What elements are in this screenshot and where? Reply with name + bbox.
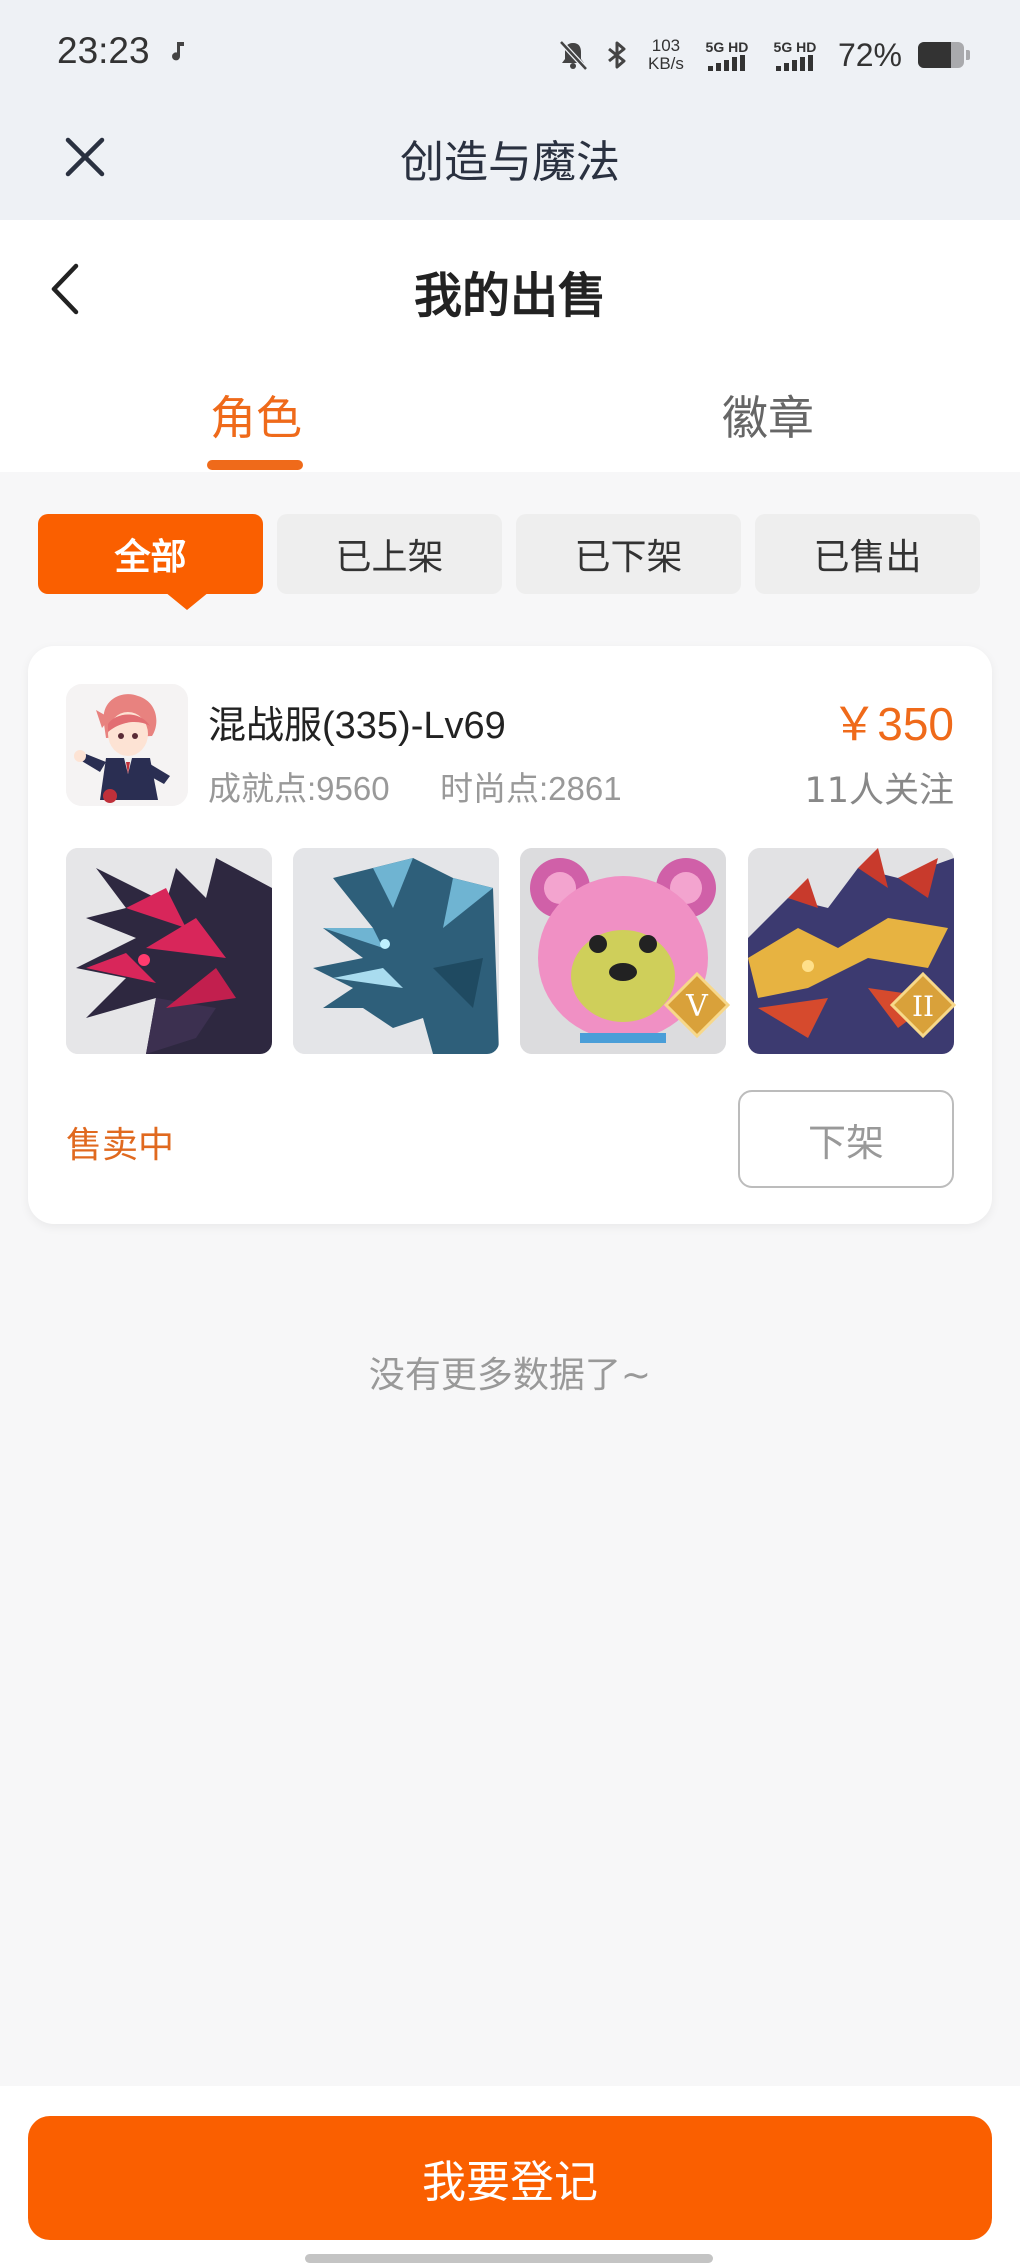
webview-title: 创造与魔法 xyxy=(400,137,620,188)
filter-bar: 全部 已上架 已下架 已售出 xyxy=(38,514,982,610)
sim1-signal: 5G HD xyxy=(698,39,756,71)
filter-delisted[interactable]: 已下架 xyxy=(516,514,741,594)
listing-card[interactable]: 混战服(335)-Lv69 成就点:9560 时尚点:2861 ￥350 11人… xyxy=(28,646,992,1224)
bluetooth-icon xyxy=(608,41,626,69)
tab-role[interactable]: 角色 xyxy=(210,382,302,448)
net-speed-value: 103 xyxy=(651,36,681,55)
dark-dragon-icon xyxy=(66,848,272,1054)
net-speed: 103 KB/s xyxy=(644,37,688,73)
page-header: 我的出售 角色 徽章 xyxy=(0,220,1020,472)
rank-badge-icon: V xyxy=(663,971,731,1039)
home-indicator[interactable] xyxy=(305,2254,713,2263)
delist-button[interactable]: 下架 xyxy=(738,1090,954,1188)
character-avatar-icon xyxy=(66,684,188,806)
item-thumbnail[interactable] xyxy=(293,848,499,1054)
webview-header: 创造与魔法 xyxy=(0,110,1020,220)
filter-listed[interactable]: 已上架 xyxy=(277,514,502,594)
filter-all[interactable]: 全部 xyxy=(38,514,263,594)
follower-count: 11人关注 xyxy=(804,771,954,811)
rank-badge-label: V xyxy=(685,989,709,1024)
net-speed-unit: KB/s xyxy=(648,54,684,73)
status-bar: 23:23 103 KB/s 5G HD 5G HD 72% xyxy=(0,0,1020,110)
active-filter-pointer xyxy=(165,592,209,610)
status-time: 23:23 xyxy=(57,30,150,71)
register-button[interactable]: 我要登记 xyxy=(28,2116,992,2240)
sim1-label: 5G HD xyxy=(705,39,749,55)
battery-percent: 72% xyxy=(837,36,902,73)
page-title: 我的出售 xyxy=(413,268,606,324)
achievement-points: 成就点:9560 xyxy=(208,770,390,807)
status-icons: 103 KB/s 5G HD 5G HD 72% xyxy=(556,28,970,82)
rank-badge-label: II xyxy=(912,990,934,1023)
active-tab-indicator xyxy=(207,460,303,470)
character-avatar xyxy=(66,684,188,806)
battery-fill xyxy=(918,42,952,68)
fashion-points: 时尚点:2861 xyxy=(440,770,622,807)
end-of-list-text: 没有更多数据了~ xyxy=(368,1355,652,1396)
signal-icon xyxy=(776,55,814,71)
battery-icon xyxy=(918,42,970,68)
item-thumbnails: V II xyxy=(66,848,957,1054)
mute-bell-icon xyxy=(559,40,588,71)
signal-icon xyxy=(708,55,746,71)
ice-dragon-icon xyxy=(293,848,499,1054)
rank-badge-icon: II xyxy=(889,971,957,1039)
listing-status: 售卖中 xyxy=(66,1125,175,1166)
sim2-signal: 5G HD xyxy=(766,39,824,71)
filter-sold[interactable]: 已售出 xyxy=(755,514,980,594)
sim2-label: 5G HD xyxy=(773,39,817,55)
bottom-bar: 我要登记 xyxy=(0,2086,1020,2267)
music-note-icon xyxy=(172,42,184,61)
price: ￥350 xyxy=(831,698,954,750)
item-thumbnail[interactable] xyxy=(66,848,272,1054)
tab-badge[interactable]: 徽章 xyxy=(722,382,814,448)
server-level: 混战服(335)-Lv69 xyxy=(208,705,506,747)
